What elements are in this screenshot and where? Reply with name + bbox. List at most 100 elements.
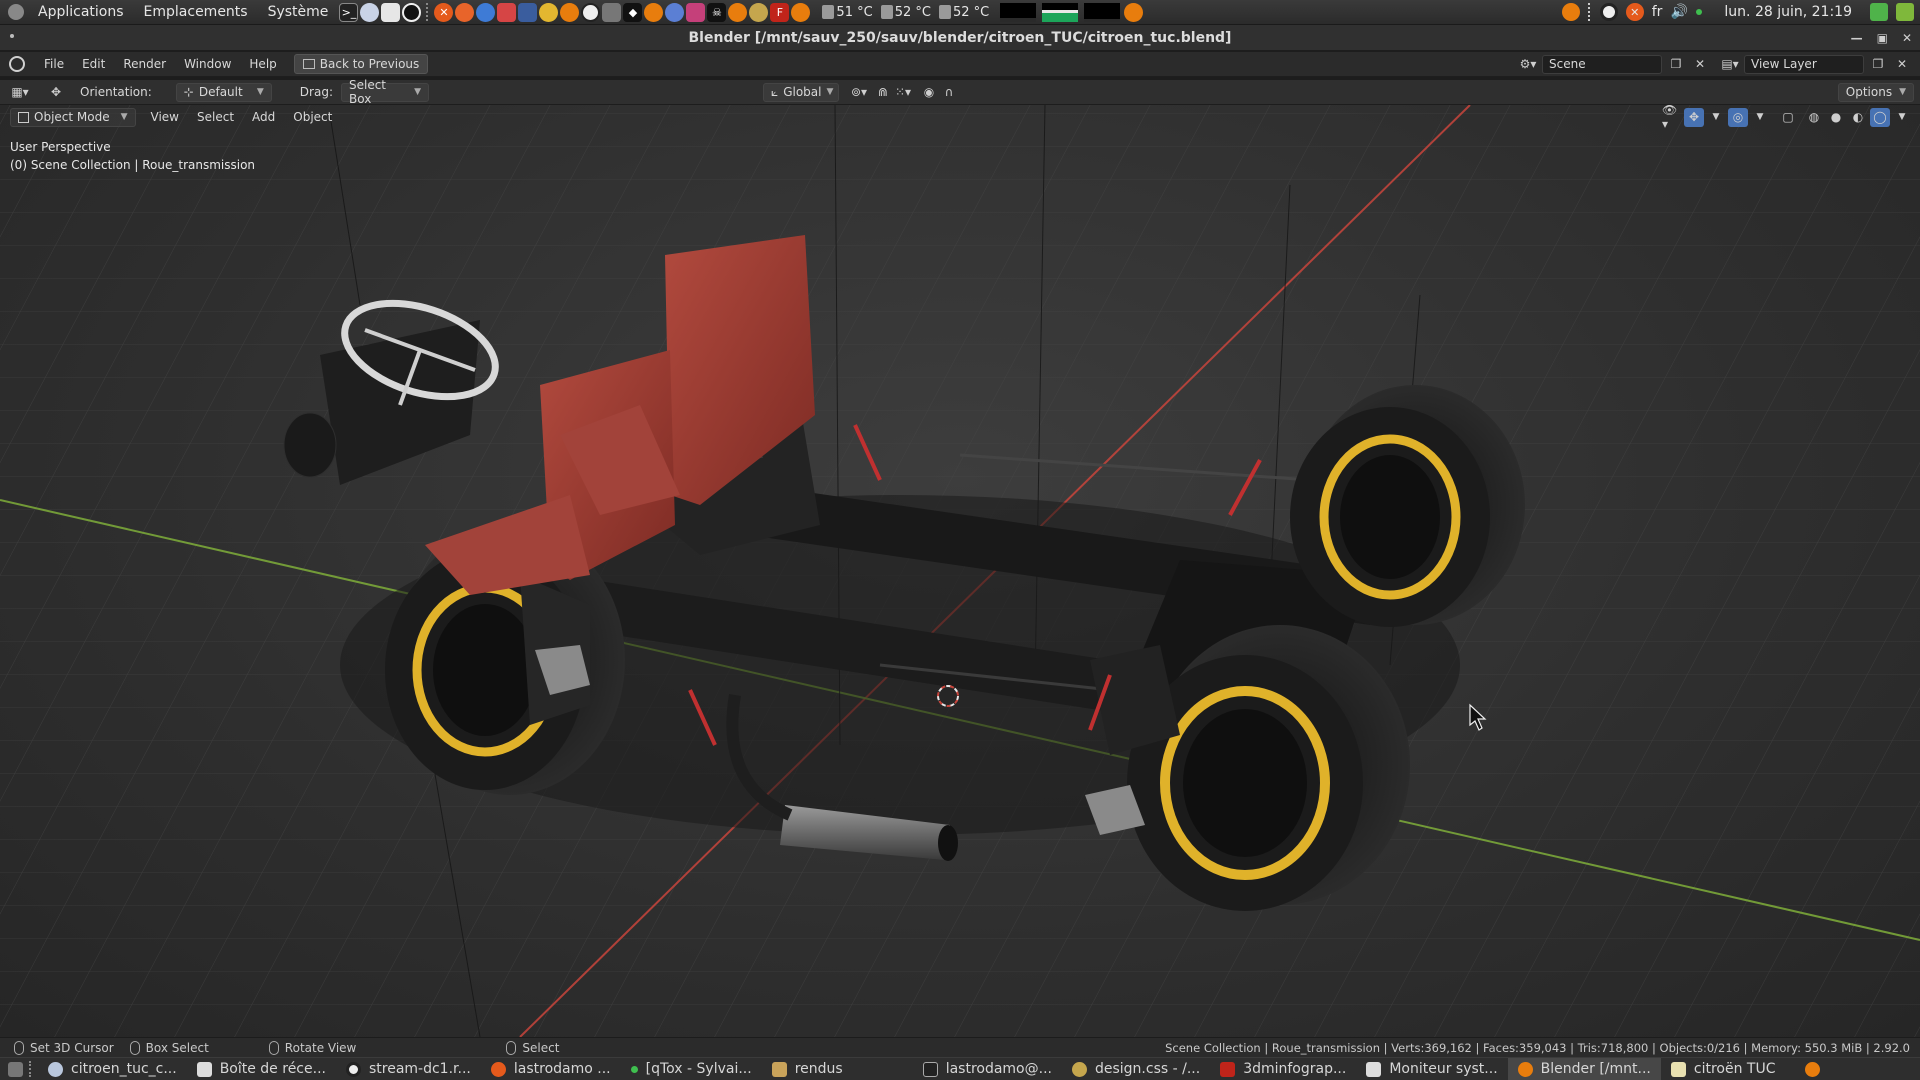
remove-view-layer-icon[interactable]: ✕ — [1892, 55, 1912, 74]
overlay-dropdown-icon[interactable]: ▼ — [1750, 108, 1770, 127]
show-desktop-icon[interactable] — [8, 1061, 23, 1077]
back-to-previous-button[interactable]: Back to Previous — [293, 54, 429, 74]
window-menu-icon[interactable] — [10, 34, 14, 38]
app-launcher-icon[interactable] — [518, 2, 538, 22]
obs-tray-icon[interactable] — [1599, 3, 1618, 21]
menu-system[interactable]: Système — [258, 4, 339, 20]
task-item[interactable]: citroen_tuc_c... — [38, 1058, 187, 1080]
app-launcher-icon[interactable] — [665, 2, 685, 22]
mode-dropdown[interactable]: Object Mode ▼ — [10, 107, 136, 127]
app-launcher-icon[interactable] — [539, 2, 559, 22]
menu-edit[interactable]: Edit — [73, 57, 114, 71]
gizmo-icon[interactable]: ✥ — [1684, 107, 1704, 127]
app-tray-icon[interactable] — [1870, 3, 1888, 21]
menu-render[interactable]: Render — [114, 57, 175, 71]
snap-increment-icon[interactable]: ⁙▾ — [893, 83, 913, 102]
transform-orientation-dropdown[interactable]: ⟀ Global ▼ — [762, 82, 839, 102]
blender-launcher-icon[interactable] — [791, 2, 811, 22]
window-titlebar[interactable]: Blender [/mnt/sauv_250/sauv/blender/citr… — [0, 25, 1920, 50]
viewport-menu-view[interactable]: View — [142, 110, 188, 124]
app-launcher-icon[interactable] — [581, 2, 601, 22]
task-item[interactable]: design.css - /... — [1062, 1058, 1210, 1080]
close-icon[interactable]: ✕ — [1902, 31, 1912, 45]
viewport-menu-add[interactable]: Add — [243, 110, 284, 124]
editor-type-icon[interactable]: ▦▾ — [10, 83, 30, 102]
task-item-active[interactable]: Blender [/mnt... — [1507, 1057, 1661, 1080]
mouse-left-icon — [14, 1040, 24, 1055]
cpu-graph — [1000, 2, 1037, 22]
viewport-menu-select[interactable]: Select — [188, 110, 243, 124]
blender-launcher-icon[interactable] — [1124, 2, 1144, 22]
app-launcher-icon[interactable] — [602, 2, 622, 22]
solid-shading-icon[interactable]: ● — [1826, 108, 1846, 127]
xray-icon[interactable]: ▢ — [1778, 108, 1798, 127]
firefox-launcher-icon[interactable] — [455, 2, 475, 22]
menu-window[interactable]: Window — [175, 57, 240, 71]
scene-icon[interactable]: ⚙▾ — [1518, 55, 1538, 74]
visibility-icon[interactable]: 👁▾ — [1662, 103, 1682, 131]
task-item[interactable]: Boîte de réce... — [187, 1058, 336, 1080]
task-item[interactable]: stream-dc1.r... — [336, 1058, 481, 1080]
keyboard-layout[interactable]: fr — [1652, 4, 1663, 20]
task-item[interactable]: lastrodamo ... — [481, 1058, 621, 1080]
apps-icon[interactable] — [8, 4, 24, 20]
overlay-icon[interactable]: ◎ — [1728, 107, 1748, 127]
app-tray-icon[interactable] — [1896, 3, 1914, 21]
new-view-layer-icon[interactable]: ❐ — [1868, 55, 1888, 74]
blender-tray-icon[interactable] — [1805, 1061, 1820, 1077]
material-shading-icon[interactable]: ◐ — [1848, 108, 1868, 127]
shading-dropdown-icon[interactable]: ▼ — [1892, 108, 1912, 127]
menu-help[interactable]: Help — [240, 57, 285, 71]
app-launcher-icon[interactable] — [497, 2, 517, 22]
drag-dropdown[interactable]: Select Box ▼ — [340, 78, 429, 106]
filezilla-launcher-icon[interactable]: F — [770, 2, 790, 22]
maximize-icon[interactable]: ▣ — [1877, 31, 1888, 45]
options-dropdown[interactable]: Options ▼ — [1837, 82, 1914, 102]
falloff-icon[interactable]: ∩ — [939, 83, 959, 102]
task-item[interactable]: 3dminfograp... — [1210, 1058, 1356, 1080]
terminal-launcher-icon[interactable]: >_ — [339, 2, 359, 22]
app-tray-icon[interactable]: ✕ — [1625, 3, 1644, 21]
remove-scene-icon[interactable]: ✕ — [1690, 55, 1710, 74]
move-tool-icon[interactable]: ✥ — [46, 83, 66, 102]
menu-applications[interactable]: Applications — [28, 4, 134, 20]
task-item[interactable]: [qTox - Sylvai... — [621, 1058, 762, 1080]
scene-field[interactable]: Scene — [1542, 54, 1662, 74]
app-launcher-icon[interactable] — [749, 2, 769, 22]
view-layer-icon[interactable]: ▤▾ — [1720, 55, 1740, 74]
3d-viewport[interactable] — [0, 105, 1920, 1037]
blender-launcher-icon[interactable] — [560, 2, 580, 22]
task-item[interactable]: citroën TUC — [1661, 1058, 1786, 1080]
wireframe-shading-icon[interactable]: ◍ — [1804, 108, 1824, 127]
blender-launcher-icon[interactable] — [728, 2, 748, 22]
clock[interactable]: lun. 28 juin, 21:19 — [1724, 4, 1852, 20]
menu-dots-icon[interactable] — [1587, 3, 1592, 21]
snap-toggle-icon[interactable]: ⋒ — [873, 83, 893, 102]
gizmo-dropdown-icon[interactable]: ▼ — [1706, 108, 1726, 127]
obs-launcher-icon[interactable] — [402, 2, 422, 22]
chromium-launcher-icon[interactable] — [476, 2, 496, 22]
blender-tray-icon[interactable] — [1561, 3, 1580, 21]
view-layer-field[interactable]: View Layer — [1744, 54, 1864, 74]
new-scene-icon[interactable]: ❐ — [1666, 55, 1686, 74]
pivot-point-icon[interactable]: ⊚▾ — [849, 83, 869, 102]
blender-launcher-icon[interactable] — [644, 2, 664, 22]
menu-file[interactable]: File — [35, 57, 73, 71]
viewport-menu-object[interactable]: Object — [284, 110, 341, 124]
minimize-icon[interactable]: — — [1851, 31, 1863, 45]
disk-launcher-icon[interactable] — [360, 2, 380, 22]
proportional-edit-icon[interactable]: ◉ — [919, 83, 939, 102]
app-launcher-icon[interactable] — [686, 2, 706, 22]
task-item[interactable]: Moniteur syst... — [1356, 1058, 1507, 1080]
task-item[interactable]: lastrodamo@... — [913, 1058, 1062, 1080]
app-launcher-icon[interactable]: ✕ — [434, 2, 454, 22]
volume-icon[interactable]: 🔊 — [1670, 3, 1688, 21]
orientation-dropdown[interactable]: ⊹ Default ▼ — [175, 82, 272, 102]
menu-places[interactable]: Emplacements — [134, 4, 258, 20]
rendered-shading-icon[interactable]: ◯ — [1870, 107, 1890, 127]
task-item[interactable]: rendus — [762, 1058, 853, 1080]
app-launcher-icon[interactable]: ☠ — [707, 2, 727, 22]
inkscape-launcher-icon[interactable]: ◆ — [623, 2, 643, 22]
blender-logo-icon[interactable] — [9, 56, 25, 72]
files-launcher-icon[interactable] — [381, 2, 401, 22]
